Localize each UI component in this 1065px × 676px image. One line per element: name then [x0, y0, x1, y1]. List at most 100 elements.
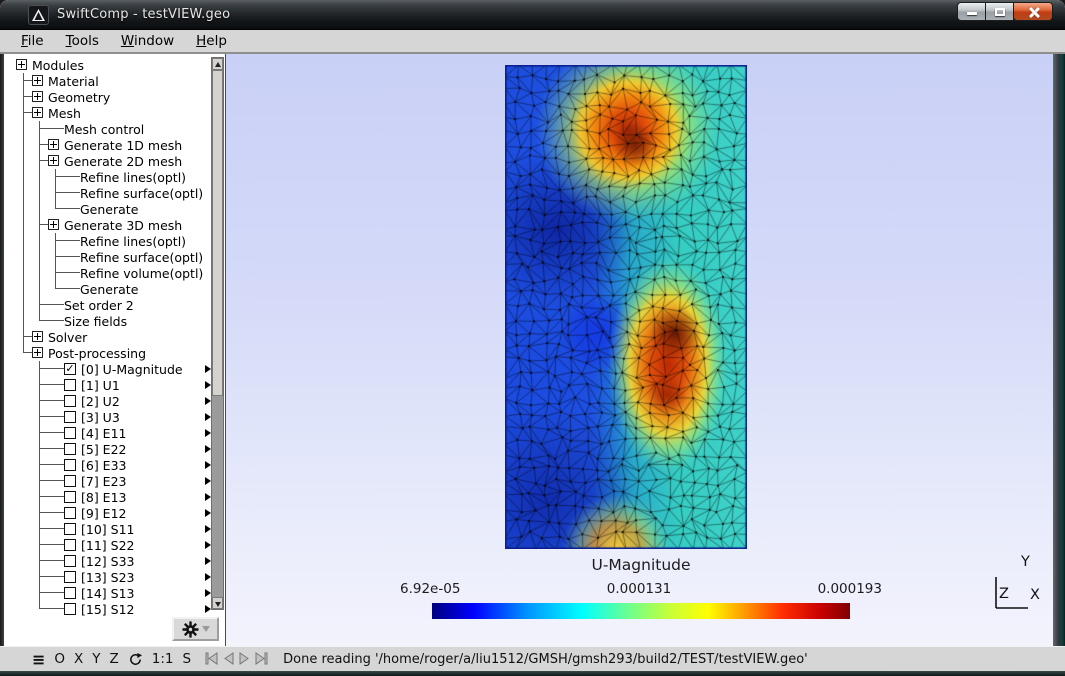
view-checkbox[interactable] — [64, 427, 76, 439]
tree-item[interactable]: [10] S11 — [16, 521, 211, 537]
tree-item[interactable]: Material — [16, 73, 211, 89]
tree-item[interactable]: Generate 3D mesh — [16, 217, 211, 233]
view-checkbox[interactable] — [64, 459, 76, 471]
menu-tools[interactable]: Tools — [55, 31, 110, 51]
mesh-plot[interactable] — [505, 65, 747, 549]
tree-item[interactable]: Generate — [16, 201, 211, 217]
view-checkbox[interactable] — [64, 523, 76, 535]
scroll-down-button[interactable] — [212, 597, 223, 609]
tree-item-label: Mesh control — [64, 122, 144, 137]
models-menu-icon[interactable]: ≡ — [32, 650, 45, 669]
tree-item[interactable]: [3] U3 — [16, 409, 211, 425]
expand-plus-icon[interactable] — [48, 155, 59, 166]
tree-item[interactable]: Modules — [16, 57, 211, 73]
tree-item-label: [11] S22 — [81, 538, 134, 553]
x-view-button[interactable]: X — [74, 651, 83, 667]
rotate-icon[interactable] — [128, 652, 143, 667]
dropdown-arrow-icon — [202, 626, 210, 632]
expand-plus-icon[interactable] — [32, 107, 43, 118]
tree-item[interactable]: Generate 2D mesh — [16, 153, 211, 169]
tree-item-label: [13] S23 — [81, 570, 134, 585]
view-checkbox[interactable] — [64, 475, 76, 487]
tree-item[interactable]: ✓[0] U-Magnitude — [16, 361, 211, 377]
tree-item[interactable]: [1] U1 — [16, 377, 211, 393]
tree-item[interactable]: Refine lines(optl) — [16, 233, 211, 249]
tree-item[interactable]: Generate — [16, 281, 211, 297]
tree-item[interactable]: [4] E11 — [16, 425, 211, 441]
expand-plus-icon[interactable] — [32, 347, 43, 358]
view-checkbox[interactable] — [64, 555, 76, 567]
module-tree-panel: ModulesMaterialGeometryMeshMesh controlG… — [4, 54, 225, 646]
tree-item[interactable]: [11] S22 — [16, 537, 211, 553]
z-view-button[interactable]: Z — [110, 651, 119, 667]
view-checkbox[interactable]: ✓ — [64, 363, 76, 375]
tree-item[interactable]: [8] E13 — [16, 489, 211, 505]
menu-help[interactable]: Help — [185, 31, 238, 51]
tree-item[interactable]: Refine volume(optl) — [16, 265, 211, 281]
window-border-bottom — [0, 671, 1065, 676]
tree-item[interactable]: [14] S13 — [16, 585, 211, 601]
tree-item[interactable]: Solver — [16, 329, 211, 345]
skip-start-icon[interactable] — [204, 650, 219, 669]
zoom-1-1-button[interactable]: 1:1 — [152, 651, 174, 667]
tree-item[interactable]: Size fields — [16, 313, 211, 329]
tree-scrollbar[interactable] — [211, 57, 224, 610]
expand-plus-icon[interactable] — [16, 59, 27, 70]
tree-item[interactable]: Mesh control — [16, 121, 211, 137]
graphics-viewport[interactable]: U-Magnitude 6.92e-05 0.000131 0.000193 Y… — [226, 54, 1053, 646]
menu-window[interactable]: Window — [110, 31, 185, 51]
minimize-icon — [967, 12, 977, 15]
y-view-button[interactable]: Y — [92, 651, 100, 667]
close-button[interactable] — [1013, 2, 1053, 21]
menu-file[interactable]: File — [10, 31, 55, 51]
play-icon[interactable] — [238, 650, 251, 669]
ortho-button[interactable]: O — [54, 651, 65, 667]
view-checkbox[interactable] — [64, 443, 76, 455]
title-bar[interactable]: SwiftComp - testVIEW.geo — [0, 0, 1065, 30]
tree-item[interactable]: Refine lines(optl) — [16, 169, 211, 185]
post-processing-options-button[interactable] — [172, 617, 219, 641]
tree-item[interactable]: Generate 1D mesh — [16, 137, 211, 153]
colorbar-labels: 6.92e-05 0.000131 0.000193 — [400, 581, 882, 597]
tree-item[interactable]: [2] U2 — [16, 393, 211, 409]
tree-item-label: [6] E33 — [81, 458, 126, 473]
view-checkbox[interactable] — [64, 379, 76, 391]
view-checkbox[interactable] — [64, 539, 76, 551]
tree-item[interactable]: [7] E23 — [16, 473, 211, 489]
tree-item[interactable]: [9] E12 — [16, 505, 211, 521]
view-checkbox[interactable] — [64, 411, 76, 423]
scroll-up-button[interactable] — [212, 58, 223, 70]
view-checkbox[interactable] — [64, 603, 76, 615]
view-checkbox[interactable] — [64, 491, 76, 503]
expand-plus-icon[interactable] — [32, 75, 43, 86]
window-controls — [958, 2, 1053, 21]
tree-item[interactable]: [13] S23 — [16, 569, 211, 585]
tree-item-label: [7] E23 — [81, 474, 126, 489]
tree-item-label: [15] S12 — [81, 602, 134, 617]
view-checkbox[interactable] — [64, 507, 76, 519]
step-back-icon[interactable] — [222, 650, 235, 669]
step-forward-icon[interactable] — [254, 650, 269, 669]
tree-item[interactable]: Refine surface(optl) — [16, 185, 211, 201]
tree-item[interactable]: [15] S12 — [16, 601, 211, 617]
tree-item[interactable]: Geometry — [16, 89, 211, 105]
expand-plus-icon[interactable] — [48, 219, 59, 230]
tree-item[interactable]: [12] S33 — [16, 553, 211, 569]
tree-item[interactable]: Refine surface(optl) — [16, 249, 211, 265]
scrollbar-thumb[interactable] — [212, 70, 223, 396]
expand-plus-icon[interactable] — [32, 91, 43, 102]
minimize-button[interactable] — [957, 2, 986, 21]
view-checkbox[interactable] — [64, 587, 76, 599]
tree-item[interactable]: Mesh — [16, 105, 211, 121]
expand-plus-icon[interactable] — [32, 331, 43, 342]
tree-item[interactable]: Set order 2 — [16, 297, 211, 313]
view-checkbox[interactable] — [64, 395, 76, 407]
tree-item[interactable]: [5] E22 — [16, 441, 211, 457]
maximize-button[interactable] — [985, 2, 1014, 21]
tree-item-label: Solver — [48, 330, 87, 345]
tree-item[interactable]: Post-processing — [16, 345, 211, 361]
tree-item[interactable]: [6] E33 — [16, 457, 211, 473]
expand-plus-icon[interactable] — [48, 139, 59, 150]
selection-mode-button[interactable]: S — [183, 651, 192, 667]
view-checkbox[interactable] — [64, 571, 76, 583]
